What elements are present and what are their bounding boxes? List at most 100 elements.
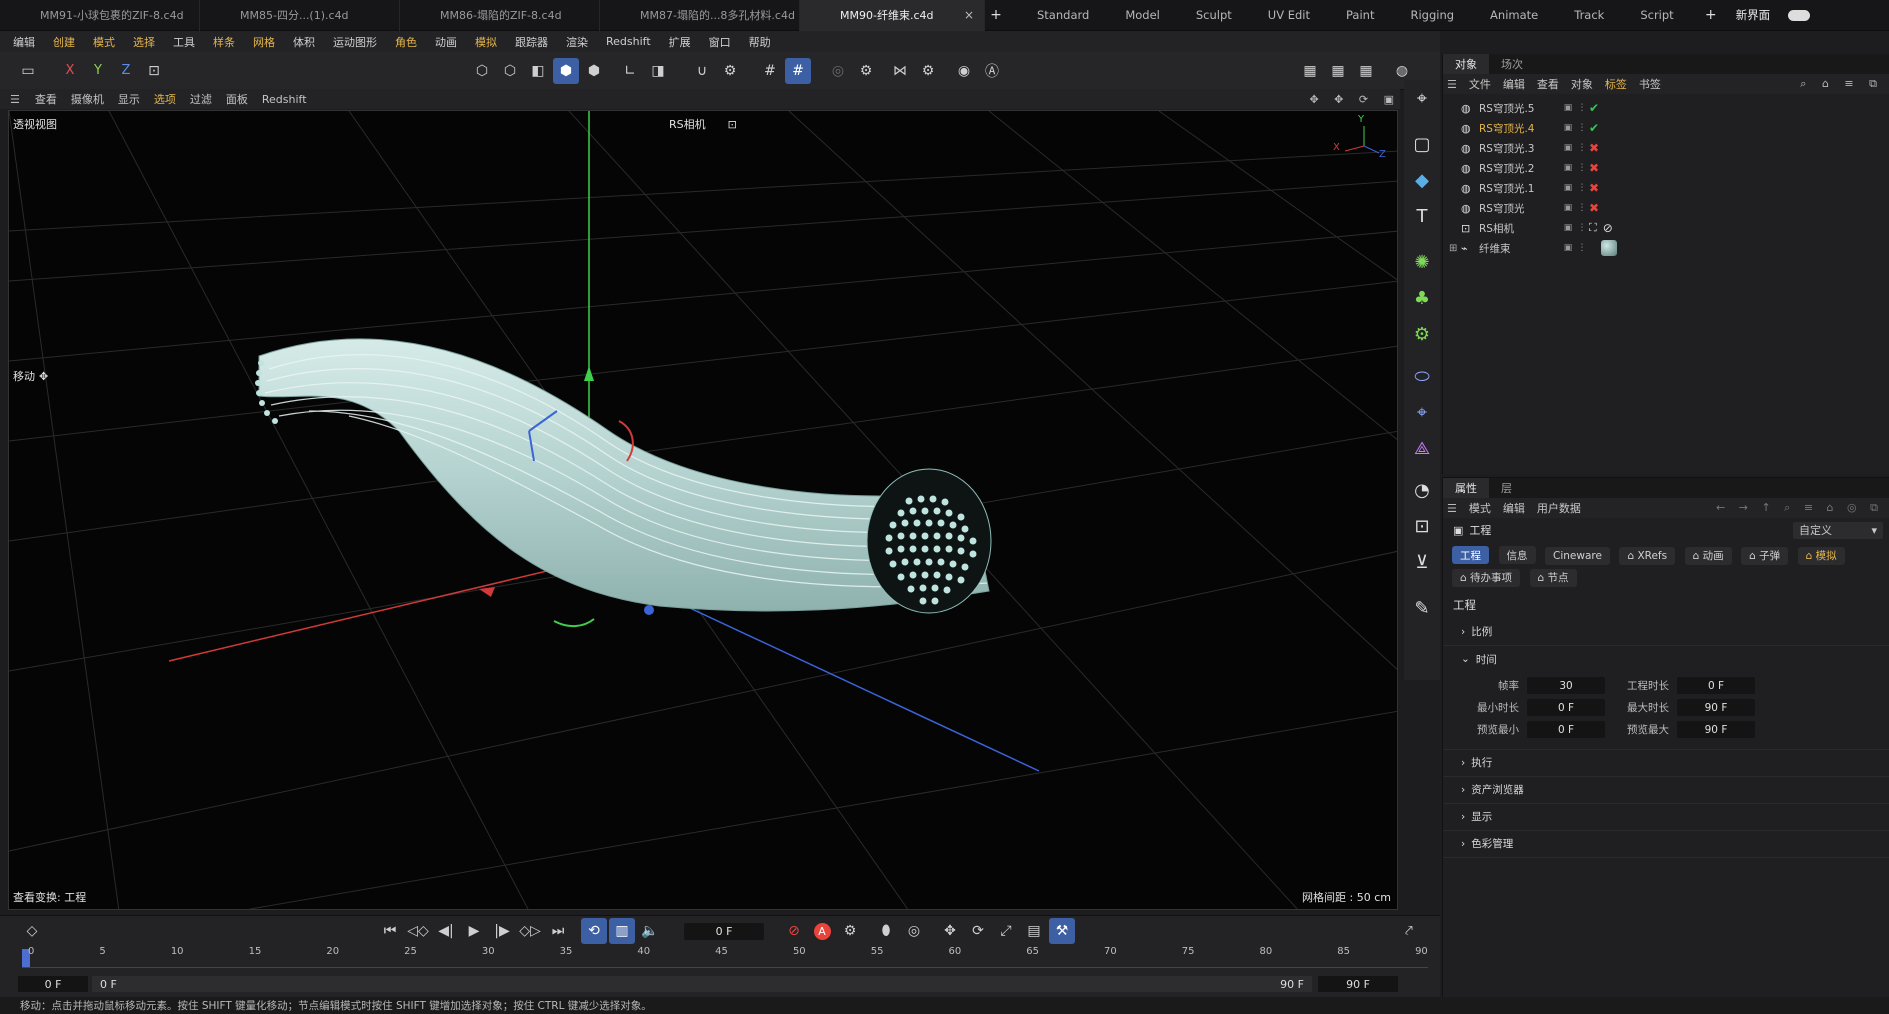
menu-item[interactable]: 选择 xyxy=(124,31,164,52)
file-tab[interactable]: MM86-塌陷的ZIF-8.c4d xyxy=(400,0,600,31)
om-menu-item[interactable]: 标签 xyxy=(1599,76,1633,92)
render-region-icon[interactable]: ▦ xyxy=(1297,58,1323,84)
grid-icon[interactable]: # xyxy=(757,58,783,84)
y-axis-lock-button[interactable]: Y xyxy=(85,58,111,84)
preview-range-icon[interactable]: ▥ xyxy=(609,918,635,944)
axis-mode-icon[interactable]: ∟ xyxy=(617,58,643,84)
viewport-menu-item[interactable]: 过滤 xyxy=(183,91,219,107)
new-layout-label[interactable]: 新界面 xyxy=(1736,7,1771,23)
menu-item[interactable]: 运动图形 xyxy=(324,31,386,52)
om-menu-item[interactable]: 对象 xyxy=(1565,76,1599,92)
check-icon[interactable]: ✔ xyxy=(1589,121,1599,135)
section-asset-browser[interactable]: › 资产浏览器 xyxy=(1443,777,1889,804)
polygons-mode-icon[interactable]: ◧ xyxy=(525,58,551,84)
render-view-icon[interactable]: ◉ xyxy=(951,58,977,84)
menu-item[interactable]: 样条 xyxy=(204,31,244,52)
z-axis-lock-button[interactable]: Z xyxy=(113,58,139,84)
autokey-icon[interactable]: A xyxy=(809,918,835,944)
chip-animation[interactable]: ⌂ 动画 xyxy=(1684,546,1732,565)
file-tab-active[interactable]: MM90-纤维束.c4d × xyxy=(800,0,985,31)
menu-item[interactable]: 编辑 xyxy=(4,31,44,52)
spline-icon[interactable]: ▢ xyxy=(1404,126,1440,162)
visibility-dots-icon[interactable]: ⋮ xyxy=(1575,203,1589,213)
protection-tag-icon[interactable]: ⊘ xyxy=(1603,221,1613,235)
symmetry-settings-icon[interactable]: ⚙ xyxy=(915,58,941,84)
edit-flag-icon[interactable]: ▣ xyxy=(1561,163,1575,173)
fps-input[interactable]: 30 xyxy=(1527,677,1605,694)
fcurve-icon[interactable]: ⤤ xyxy=(1396,918,1422,944)
next-frame-icon[interactable]: |▶ xyxy=(489,918,515,944)
menu-item[interactable]: 创建 xyxy=(44,31,84,52)
loop-icon[interactable]: ⟲ xyxy=(581,918,607,944)
x-axis-lock-button[interactable]: X xyxy=(57,58,83,84)
edit-flag-icon[interactable]: ▣ xyxy=(1561,203,1575,213)
cube-icon[interactable]: ◆ xyxy=(1404,162,1440,198)
chip-simulation[interactable]: ⌂ 模拟 xyxy=(1797,546,1845,565)
camera-tag-icon[interactable]: ⛶ xyxy=(1589,221,1597,235)
am-menu-item[interactable]: 模式 xyxy=(1463,500,1497,516)
keyframe-diamond-icon[interactable]: ◇ xyxy=(19,918,45,944)
rotation-key-icon[interactable]: ⟳ xyxy=(965,918,991,944)
viewport-nav-icons[interactable]: ✥ ✥ ⟳ ▣ xyxy=(1309,93,1400,106)
layout-tab[interactable]: Track xyxy=(1556,0,1622,31)
visibility-dots-icon[interactable]: ⋮ xyxy=(1575,183,1589,193)
edit-flag-icon[interactable]: ▣ xyxy=(1561,123,1575,133)
layout-tab[interactable]: Standard xyxy=(1019,0,1107,31)
camera-icon[interactable]: ⊡ xyxy=(1404,508,1440,544)
tab-takes[interactable]: 场次 xyxy=(1489,54,1535,74)
layout-tab[interactable]: Sculpt xyxy=(1178,0,1250,31)
coordinate-system-icon[interactable]: ⊡ xyxy=(141,58,167,84)
points-mode-icon[interactable]: ⬡ xyxy=(469,58,495,84)
menu-item[interactable]: 渲染 xyxy=(557,31,597,52)
cross-icon[interactable]: ✖ xyxy=(1589,201,1599,215)
visibility-dots-icon[interactable]: ⋮ xyxy=(1575,223,1589,233)
perspective-viewport[interactable]: 透视视图 RS相机 ⊡ Y X Z 移动 ✥ 查看变换: 工程 网格间距 : 5… xyxy=(8,110,1398,910)
render-settings-icon[interactable]: ▦ xyxy=(1353,58,1379,84)
visibility-dots-icon[interactable]: ⋮ xyxy=(1575,123,1589,133)
file-tab[interactable]: MM85-四分...(1).c4d xyxy=(200,0,400,31)
new-tab-button[interactable]: + xyxy=(985,7,1007,23)
layout-tab[interactable]: UV Edit xyxy=(1250,0,1328,31)
menu-item[interactable]: 模式 xyxy=(84,31,124,52)
previous-key-icon[interactable]: ◁◇ xyxy=(405,918,431,944)
project-time-input[interactable]: 0 F xyxy=(1677,677,1755,694)
range-end-input[interactable]: 90 F xyxy=(1318,976,1398,992)
menu-item[interactable]: 网格 xyxy=(244,31,284,52)
cross-icon[interactable]: ✖ xyxy=(1589,161,1599,175)
edit-flag-icon[interactable]: ▣ xyxy=(1561,143,1575,153)
workplane-icon[interactable]: # xyxy=(785,57,811,84)
chip-cineware[interactable]: Cineware xyxy=(1545,546,1610,565)
tab-attributes[interactable]: 属性 xyxy=(1443,478,1489,498)
play-icon[interactable]: ▶ xyxy=(461,918,487,944)
range-start-input[interactable]: 0 F xyxy=(18,976,88,992)
layout-tab[interactable]: Script xyxy=(1622,0,1691,31)
range-slider[interactable]: 0 F 90 F xyxy=(92,976,1312,992)
render-viewport-icon[interactable]: ▦ xyxy=(1325,58,1351,84)
field-icon[interactable]: ⌖ xyxy=(1404,394,1440,430)
max-time-input[interactable]: 90 F xyxy=(1677,699,1755,716)
point-level-icon[interactable]: ⚒ xyxy=(1049,918,1075,944)
settings-icon[interactable]: ⚙ xyxy=(853,58,879,84)
menu-item[interactable]: 帮助 xyxy=(740,31,780,52)
position-key-icon[interactable]: ✥ xyxy=(937,918,963,944)
edit-flag-icon[interactable]: ▣ xyxy=(1561,103,1575,113)
am-menu-item[interactable]: 用户数据 xyxy=(1531,500,1587,516)
material-tag-icon[interactable] xyxy=(1601,240,1617,256)
section-scale[interactable]: › 比例 xyxy=(1443,619,1889,646)
uv-mode-icon[interactable]: ⬢ xyxy=(581,58,607,84)
generator-icon[interactable]: ✺ xyxy=(1404,244,1440,280)
viewport-menu-item[interactable]: 面板 xyxy=(219,91,255,107)
sketch-icon[interactable]: ✎ xyxy=(1404,590,1440,626)
am-menu-item[interactable]: 编辑 xyxy=(1497,500,1531,516)
previous-frame-icon[interactable]: ◀| xyxy=(433,918,459,944)
camera-icon[interactable]: ⊡ xyxy=(728,118,737,131)
viewport-menu-item[interactable]: 显示 xyxy=(111,91,147,107)
am-nav-icons[interactable]: ← → ↑ ⌕ ≡ ⌂ ◎ ⧉ xyxy=(1716,501,1883,515)
section-display[interactable]: › 显示 xyxy=(1443,804,1889,831)
object-row[interactable]: ◍ RS穹顶光 ▣ ⋮ ✖ xyxy=(1443,198,1889,218)
object-row[interactable]: ◍ RS穹顶光.3 ▣ ⋮ ✖ xyxy=(1443,138,1889,158)
preset-dropdown[interactable]: 自定义 ▾ xyxy=(1793,521,1883,539)
tab-layers[interactable]: 层 xyxy=(1489,478,1524,498)
close-icon[interactable]: × xyxy=(964,8,974,22)
chip-info[interactable]: 信息 xyxy=(1498,546,1536,564)
